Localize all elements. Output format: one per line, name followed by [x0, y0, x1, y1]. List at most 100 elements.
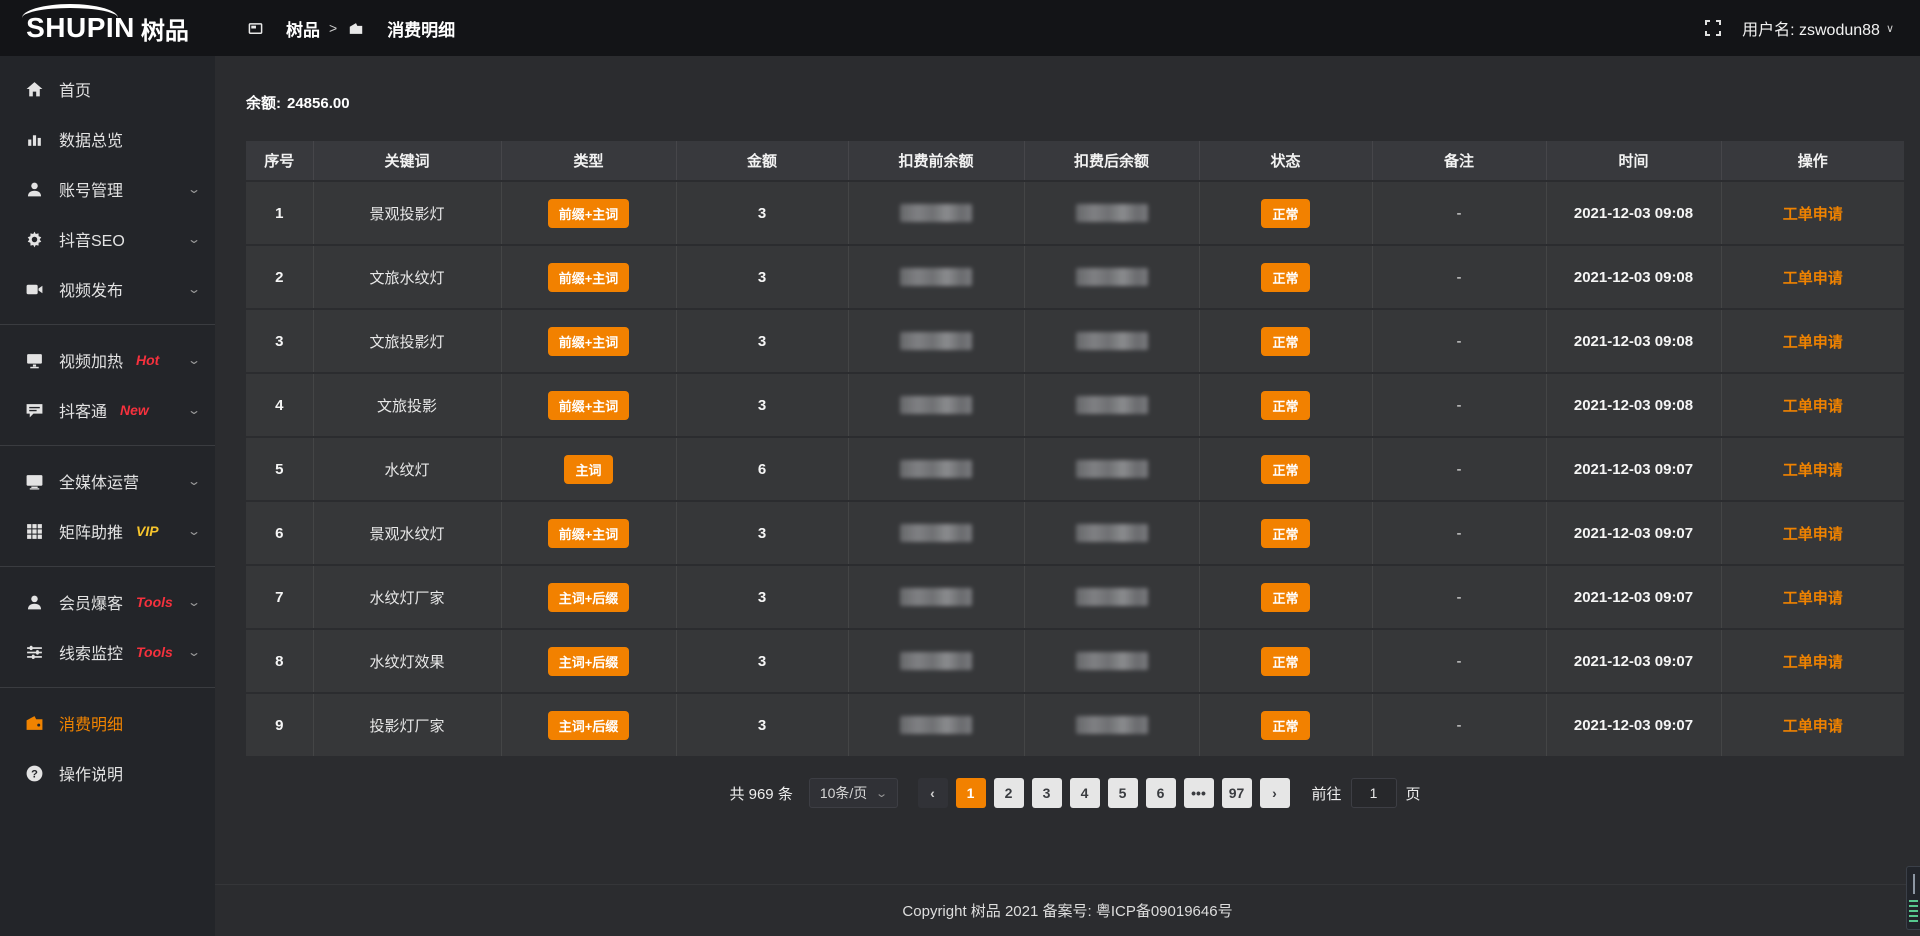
- cell-remark: -: [1372, 629, 1546, 693]
- cell-keyword: 景观水纹灯: [313, 501, 501, 565]
- page-size-select[interactable]: 10条/页 ⌄: [809, 778, 898, 808]
- cell-action: 工单申请: [1721, 629, 1904, 693]
- sidebar-item-home[interactable]: 首页: [0, 64, 215, 114]
- logo-arc: [22, 4, 118, 18]
- sidebar-item-data-overview[interactable]: 数据总览: [0, 114, 215, 164]
- work-order-link[interactable]: 工单申请: [1783, 654, 1843, 671]
- sidebar-item-media-operation[interactable]: 全媒体运营⌄: [0, 456, 215, 506]
- prev-page-button[interactable]: ‹: [918, 778, 948, 808]
- cell-action: 工单申请: [1721, 245, 1904, 309]
- cell-balance-before: [848, 437, 1024, 501]
- cell-index: 6: [246, 501, 313, 565]
- work-order-link[interactable]: 工单申请: [1783, 462, 1843, 479]
- cell-keyword: 文旅水纹灯: [313, 245, 501, 309]
- masked-amount: [1076, 268, 1148, 286]
- cell-action: 工单申请: [1721, 309, 1904, 373]
- page-button-3[interactable]: 3: [1032, 778, 1062, 808]
- work-order-link[interactable]: 工单申请: [1783, 718, 1843, 735]
- goto-page: 前往 页: [1312, 778, 1421, 808]
- comment-icon: [24, 400, 44, 420]
- sidebar-item-instructions[interactable]: ?操作说明: [0, 748, 215, 798]
- cell-status: 正常: [1199, 565, 1372, 629]
- work-order-link[interactable]: 工单申请: [1783, 526, 1843, 543]
- type-badge: 主词+后缀: [548, 711, 630, 740]
- sidebar-item-member-baoke[interactable]: 会员爆客Tools⌄: [0, 577, 215, 627]
- page-button-6[interactable]: 6: [1146, 778, 1176, 808]
- cell-index: 7: [246, 565, 313, 629]
- fullscreen-icon[interactable]: [1704, 19, 1722, 37]
- cell-index: 9: [246, 693, 313, 757]
- cell-time: 2021-12-03 09:07: [1546, 693, 1721, 757]
- chevron-down-icon: ⌄: [187, 474, 201, 488]
- breadcrumb-current-label: 消费明细: [387, 16, 455, 41]
- sidebar-item-matrix-boost[interactable]: 矩阵助推VIP⌄: [0, 506, 215, 556]
- sidebar-item-label: 线索监控: [59, 640, 123, 664]
- cell-action: 工单申请: [1721, 373, 1904, 437]
- user-icon: [24, 179, 44, 199]
- masked-amount: [1076, 396, 1148, 414]
- consumption-table: 序号关键词类型金额扣费前余额扣费后余额状态备注时间操作 1景观投影灯前缀+主词3…: [246, 141, 1904, 758]
- work-order-link[interactable]: 工单申请: [1783, 590, 1843, 607]
- breadcrumb-current[interactable]: 消费明细: [346, 16, 455, 41]
- cell-balance-after: [1024, 565, 1199, 629]
- sidebar-item-label: 首页: [59, 77, 91, 101]
- work-order-link[interactable]: 工单申请: [1783, 270, 1843, 287]
- cell-type: 主词+后缀: [501, 629, 676, 693]
- page-button-5[interactable]: 5: [1108, 778, 1138, 808]
- logo-text-cn: 树品: [141, 11, 189, 46]
- cell-time: 2021-12-03 09:07: [1546, 501, 1721, 565]
- breadcrumb-root[interactable]: 树品: [245, 16, 320, 41]
- goto-unit-label: 页: [1406, 783, 1421, 804]
- cell-keyword: 投影灯厂家: [313, 693, 501, 757]
- column-header: 序号: [246, 141, 313, 181]
- column-header: 状态: [1199, 141, 1372, 181]
- sidebar-item-label: 账号管理: [59, 177, 123, 201]
- cell-keyword: 水纹灯: [313, 437, 501, 501]
- page-button-97[interactable]: 97: [1222, 778, 1252, 808]
- user-menu[interactable]: 用户名: zswodun88 ∨: [1742, 16, 1894, 40]
- sidebar-item-account-management[interactable]: 账号管理⌄: [0, 164, 215, 214]
- column-header: 金额: [676, 141, 848, 181]
- masked-amount: [900, 204, 972, 222]
- cell-type: 前缀+主词: [501, 373, 676, 437]
- status-badge: 正常: [1261, 263, 1309, 292]
- sidebar-item-label: 操作说明: [59, 761, 123, 785]
- gear-icon: [24, 229, 44, 249]
- page-button-2[interactable]: 2: [994, 778, 1024, 808]
- cell-action: 工单申请: [1721, 181, 1904, 245]
- cell-remark: -: [1372, 309, 1546, 373]
- goto-page-input[interactable]: [1351, 778, 1397, 808]
- cell-index: 3: [246, 309, 313, 373]
- page-button-4[interactable]: 4: [1070, 778, 1100, 808]
- cell-balance-after: [1024, 245, 1199, 309]
- sidebar-item-douyin-seo[interactable]: 抖音SEO⌄: [0, 214, 215, 264]
- work-order-link[interactable]: 工单申请: [1783, 398, 1843, 415]
- cell-balance-before: [848, 309, 1024, 373]
- status-badge: 正常: [1261, 327, 1309, 356]
- sidebar-item-clue-monitor[interactable]: 线索监控Tools⌄: [0, 627, 215, 677]
- cell-status: 正常: [1199, 373, 1372, 437]
- sidebar: 首页数据总览账号管理⌄抖音SEO⌄视频发布⌄视频加热Hot⌄抖客通New⌄全媒体…: [0, 56, 215, 936]
- cell-index: 2: [246, 245, 313, 309]
- more-pages-button[interactable]: •••: [1184, 778, 1214, 808]
- next-page-button[interactable]: ›: [1260, 778, 1290, 808]
- side-dock-widget[interactable]: [1906, 866, 1920, 930]
- page-button-1[interactable]: 1: [956, 778, 986, 808]
- sidebar-item-consumption-detail[interactable]: 消费明细: [0, 698, 215, 748]
- cell-balance-before: [848, 565, 1024, 629]
- table-header-row: 序号关键词类型金额扣费前余额扣费后余额状态备注时间操作: [246, 141, 1904, 181]
- chevron-down-icon: ⌄: [187, 595, 201, 609]
- type-badge: 主词+后缀: [548, 647, 630, 676]
- work-order-link[interactable]: 工单申请: [1783, 206, 1843, 223]
- cell-time: 2021-12-03 09:07: [1546, 437, 1721, 501]
- window-icon: [245, 21, 265, 36]
- sidebar-item-video-heating[interactable]: 视频加热Hot⌄: [0, 335, 215, 385]
- sidebar-item-video-publish[interactable]: 视频发布⌄: [0, 264, 215, 314]
- work-order-link[interactable]: 工单申请: [1783, 334, 1843, 351]
- cell-amount: 3: [676, 693, 848, 757]
- dock-handle-icon: [1913, 874, 1915, 894]
- wallet-icon: [346, 21, 366, 36]
- sidebar-item-douketong[interactable]: 抖客通New⌄: [0, 385, 215, 435]
- cell-amount: 3: [676, 565, 848, 629]
- cell-status: 正常: [1199, 693, 1372, 757]
